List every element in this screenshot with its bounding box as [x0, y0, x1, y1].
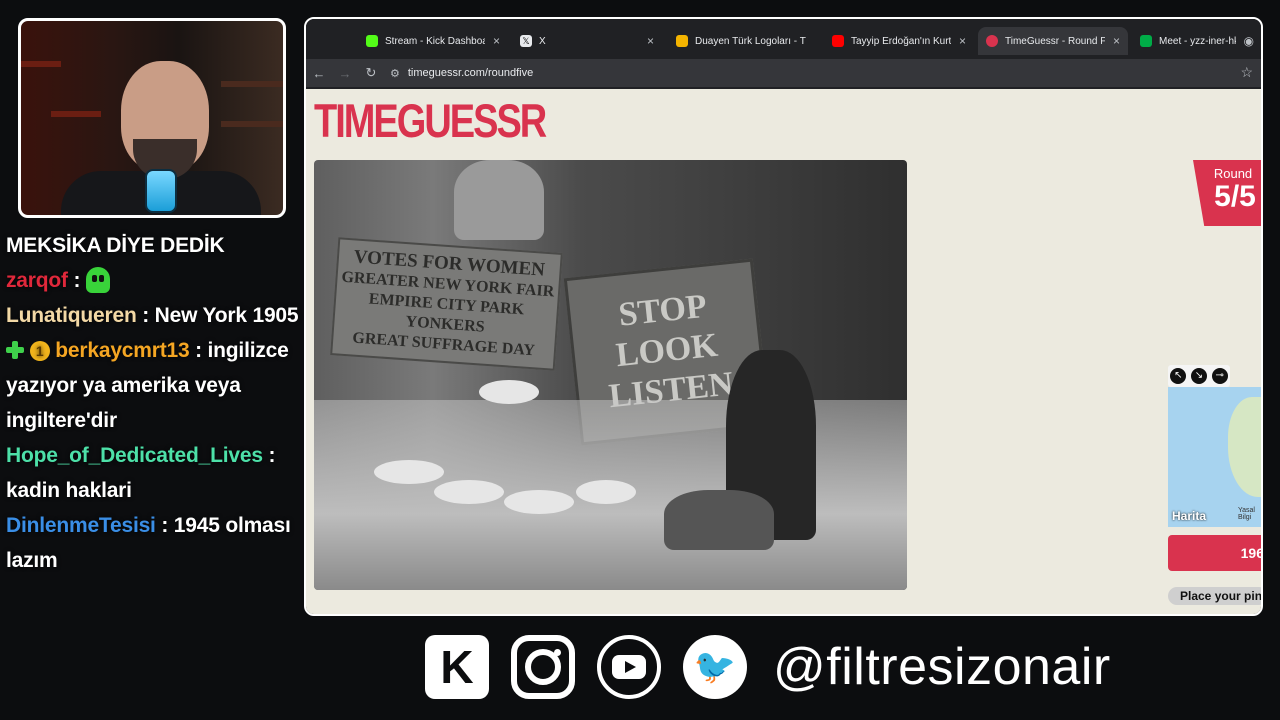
url-field[interactable]: ⚙ timeguessr.com/roundfive [390, 67, 533, 80]
browser-window: Stream - Kick Dashboard × 𝕏 X × Duayen T… [304, 17, 1263, 616]
chat-message: DinlenmeTesisi : 1945 olması lazım [6, 514, 291, 572]
close-tab-icon[interactable]: × [959, 34, 966, 48]
instagram-icon [511, 635, 575, 699]
close-tab-icon[interactable]: × [493, 34, 500, 48]
shrink-map-icon[interactable]: ↘ [1190, 368, 1207, 384]
chat-message: MEKSİKA DİYE DEDİK [6, 234, 225, 257]
tab-x[interactable]: 𝕏 X × [512, 27, 662, 55]
page-viewport: TIMEGUESSR VOTES FOR WOMEN GREATER NEW Y… [306, 89, 1261, 614]
round-indicator: Round 5/5 [1193, 160, 1261, 226]
recording-icon[interactable]: ◉ [1244, 34, 1254, 48]
expand-map-icon[interactable]: ↖ [1170, 368, 1187, 384]
meet-favicon-icon [1140, 35, 1152, 47]
youtube-icon [597, 635, 661, 699]
bookmark-star-icon[interactable]: ☆ [1240, 64, 1253, 81]
x-favicon-icon: 𝕏 [520, 35, 532, 47]
kick-favicon-icon [366, 35, 378, 47]
tab-duayen-logolari[interactable]: Duayen Türk Logoları - T [668, 27, 818, 55]
chat-username: DinlenmeTesisi [6, 514, 156, 537]
address-bar: ← → ↻ ⚙ timeguessr.com/roundfive ☆ [306, 59, 1261, 87]
microphone-icon [145, 169, 177, 213]
chat-username: berkaycmrt13 [55, 339, 190, 362]
tab-timeguessr[interactable]: TimeGuessr - Round Five × [978, 27, 1128, 55]
stream-chat: MEKSİKA DİYE DEDİK zarqof : Lunatiqueren… [6, 228, 302, 578]
tab-strip: Stream - Kick Dashboard × 𝕏 X × Duayen T… [306, 19, 1261, 59]
chat-username: Lunatiqueren [6, 304, 137, 327]
site-settings-icon[interactable]: ⚙ [390, 67, 400, 80]
photo-banner: VOTES FOR WOMEN GREATER NEW YORK FAIR EM… [330, 237, 563, 371]
map-legal-link[interactable]: Yasal Bilgi [1238, 507, 1261, 521]
reload-icon[interactable]: ↻ [358, 65, 384, 81]
round-photo: VOTES FOR WOMEN GREATER NEW YORK FAIR EM… [314, 160, 907, 590]
map-size-controls: ↖ ↘ ⊸ [1168, 365, 1230, 387]
close-tab-icon[interactable]: × [647, 34, 654, 48]
chat-message: 1 berkaycmrt13 : ingilizce yazıyor ya am… [6, 339, 289, 432]
chat-message: zarqof : [6, 263, 302, 298]
close-tab-icon[interactable]: × [1113, 34, 1120, 48]
apple-maps-brand: Harita [1172, 509, 1207, 523]
subscriber-badge-icon: 1 [29, 341, 50, 361]
chat-message: Hope_of_Dedicated_Lives : kadin haklari [6, 444, 276, 502]
kick-icon: K [425, 635, 489, 699]
back-arrow-icon[interactable]: ← [306, 66, 332, 81]
chat-username: Hope_of_Dedicated_Lives [6, 444, 263, 467]
social-footer: K 🐦 @filtresizonair [425, 632, 1111, 702]
social-handle: @filtresizonair [773, 638, 1111, 696]
plus-badge-icon [6, 341, 24, 359]
guess-map[interactable]: Harita Yasal Bilgi [1168, 387, 1261, 527]
year-guess-button[interactable]: 196 [1168, 535, 1261, 571]
chat-username: zarqof [6, 269, 68, 292]
place-pin-hint: Place your pin [1168, 587, 1261, 605]
timeguessr-logo[interactable]: TIMEGUESSR [314, 98, 547, 146]
forward-arrow-icon[interactable]: → [332, 66, 358, 81]
drive-favicon-icon [676, 35, 688, 47]
timeguessr-favicon-icon [986, 35, 998, 47]
ghost-emote-icon [85, 267, 110, 293]
webcam-overlay [18, 18, 286, 218]
tab-youtube-video[interactable]: Tayyip Erdoğan'ın Kurtla × [824, 27, 974, 55]
youtube-favicon-icon [832, 35, 844, 47]
chat-message: Lunatiqueren : New York 1905 [6, 304, 299, 327]
tab-meet[interactable]: Meet - yzz-iner-hkx ◉ [1132, 27, 1261, 55]
tab-kick-dashboard[interactable]: Stream - Kick Dashboard × [358, 27, 508, 55]
pin-map-icon[interactable]: ⊸ [1211, 368, 1228, 384]
twitter-icon: 🐦 [683, 635, 747, 699]
